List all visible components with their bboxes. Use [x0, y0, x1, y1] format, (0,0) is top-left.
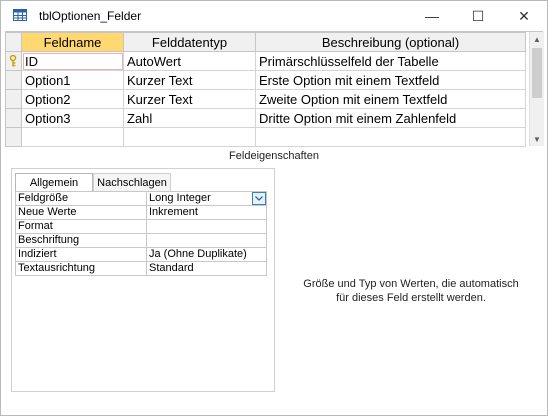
property-row[interactable]: Neue Werte Inkrement: [15, 205, 267, 220]
data-type-cell[interactable]: [123, 127, 256, 147]
property-row[interactable]: Format: [15, 219, 267, 234]
field-name-cell[interactable]: [21, 127, 124, 147]
property-label: Textausrichtung: [15, 261, 147, 276]
minimize-icon: —: [425, 8, 439, 24]
property-help-text: Größe und Typ von Werten, die automatisc…: [303, 278, 519, 304]
property-value[interactable]: [146, 233, 267, 248]
property-row[interactable]: Beschriftung: [15, 233, 267, 248]
description-cell[interactable]: [255, 127, 526, 147]
property-value-field-size[interactable]: Long Integer: [146, 191, 267, 206]
row-selector[interactable]: [5, 127, 22, 147]
table-icon: [13, 9, 27, 21]
field-name-cell[interactable]: Option1: [21, 70, 124, 90]
property-row[interactable]: Indiziert Ja (Ohne Duplikate): [15, 247, 267, 262]
minimize-button[interactable]: —: [409, 1, 455, 31]
table-row[interactable]: Option1 Kurzer Text Erste Option mit ein…: [5, 70, 526, 90]
tab-general[interactable]: Allgemein: [15, 173, 93, 192]
maximize-button[interactable]: ☐: [455, 1, 501, 31]
description-cell[interactable]: Erste Option mit einem Textfeld: [255, 70, 526, 90]
property-value[interactable]: Inkrement: [146, 205, 267, 220]
description-cell[interactable]: Zweite Option mit einem Textfeld: [255, 89, 526, 109]
property-label: Indiziert: [15, 247, 147, 262]
data-type-cell[interactable]: Zahl: [123, 108, 256, 128]
data-type-cell[interactable]: Kurzer Text: [123, 70, 256, 90]
property-row[interactable]: Textausrichtung Standard: [15, 261, 267, 276]
fields-table: Feldname Felddatentyp Beschreibung (opti…: [5, 32, 526, 147]
field-name-cell[interactable]: Option2: [21, 89, 124, 109]
property-label: Neue Werte: [15, 205, 147, 220]
vertical-scrollbar[interactable]: ▲ ▼: [529, 32, 544, 146]
row-selector[interactable]: [5, 51, 22, 71]
table-row[interactable]: ID AutoWert Primärschlüsselfeld der Tabe…: [5, 51, 526, 71]
primary-key-icon: [9, 55, 17, 67]
field-design-grid: Feldname Felddatentyp Beschreibung (opti…: [5, 31, 544, 147]
property-value[interactable]: Ja (Ohne Duplikate): [146, 247, 267, 262]
property-label: Feldgröße: [15, 191, 147, 206]
property-label: Beschriftung: [15, 233, 147, 248]
data-type-cell[interactable]: Kurzer Text: [123, 89, 256, 109]
property-value[interactable]: Standard: [146, 261, 267, 276]
property-label: Format: [15, 219, 147, 234]
table-design-window: tblOptionen_Felder — ☐ ✕ Feldname Feldda…: [0, 0, 548, 416]
close-icon: ✕: [518, 7, 530, 24]
close-button[interactable]: ✕: [501, 1, 547, 31]
field-properties-heading: Feldeigenschaften: [229, 150, 319, 162]
row-selector-header[interactable]: [5, 32, 22, 52]
maximize-icon: ☐: [471, 7, 485, 24]
title-bar[interactable]: tblOptionen_Felder — ☐ ✕: [1, 1, 547, 31]
property-sheet: Feldgröße Long Integer Neue Werte Inkrem…: [15, 191, 267, 276]
header-description[interactable]: Beschreibung (optional): [255, 32, 526, 52]
field-name-cell[interactable]: Option3: [21, 108, 124, 128]
property-row[interactable]: Feldgröße Long Integer: [15, 191, 267, 206]
header-data-type[interactable]: Felddatentyp: [123, 32, 256, 52]
scroll-down-icon[interactable]: ▼: [530, 132, 544, 146]
tab-lookup[interactable]: Nachschlagen: [93, 173, 171, 192]
description-cell[interactable]: Dritte Option mit einem Zahlenfeld: [255, 108, 526, 128]
window-title: tblOptionen_Felder: [39, 9, 142, 23]
description-cell[interactable]: Primärschlüsselfeld der Tabelle: [255, 51, 526, 71]
scroll-thumb[interactable]: [532, 48, 542, 98]
field-name-cell[interactable]: ID: [21, 51, 124, 71]
row-selector[interactable]: [5, 70, 22, 90]
table-row-new[interactable]: [5, 127, 526, 147]
scroll-up-icon[interactable]: ▲: [530, 32, 544, 46]
header-field-name[interactable]: Feldname: [21, 32, 124, 52]
chevron-down-icon[interactable]: [252, 192, 266, 205]
row-selector[interactable]: [5, 89, 22, 109]
property-value[interactable]: [146, 219, 267, 234]
data-type-cell[interactable]: AutoWert: [123, 51, 256, 71]
row-selector[interactable]: [5, 108, 22, 128]
table-row[interactable]: Option2 Kurzer Text Zweite Option mit ei…: [5, 89, 526, 109]
table-row[interactable]: Option3 Zahl Dritte Option mit einem Zah…: [5, 108, 526, 128]
